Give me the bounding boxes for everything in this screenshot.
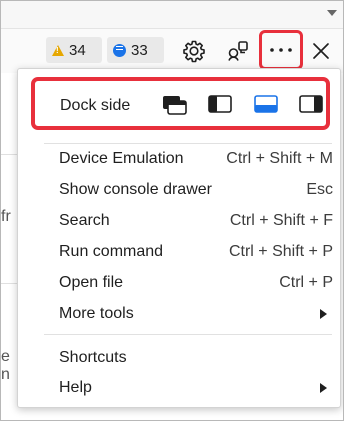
top-bar — [1, 1, 343, 29]
menu-item-show-console-drawer[interactable]: Show console drawer Esc — [18, 175, 340, 205]
message-icon — [113, 43, 126, 57]
dock-right-button[interactable] — [299, 95, 323, 113]
menu-item-search[interactable]: Search Ctrl + Shift + F — [18, 206, 340, 236]
menu-item-label: Help — [59, 379, 92, 396]
menu-item-shortcut: Ctrl + Shift + F — [229, 212, 333, 229]
submenu-arrow-icon — [320, 309, 327, 319]
close-devtools-button[interactable] — [307, 37, 335, 65]
warnings-badge[interactable]: 34 — [46, 37, 102, 63]
menu-item-label: Run command — [59, 243, 164, 260]
menu-item-label: More tools — [59, 305, 134, 322]
settings-button[interactable] — [180, 37, 208, 65]
dock-undock-button[interactable] — [162, 95, 187, 115]
devtools-toolbar: 34 33 — [1, 29, 343, 73]
menu-item-open-file[interactable]: Open file Ctrl + P — [18, 268, 340, 298]
gear-icon — [183, 40, 205, 63]
background-text-fragment: fr — [1, 208, 11, 225]
menu-item-more-tools[interactable]: More tools — [18, 299, 340, 329]
dock-side-label: Dock side — [60, 97, 131, 114]
menu-item-help[interactable]: Help — [18, 373, 340, 403]
background-divider — [1, 283, 17, 284]
dock-right-icon — [299, 95, 323, 113]
menu-item-label: Search — [59, 212, 110, 229]
dock-side-row: Dock side — [31, 77, 330, 130]
dock-bottom-button[interactable] — [254, 95, 278, 113]
background-text-fragment: e n — [1, 348, 10, 383]
menu-separator — [44, 334, 332, 335]
menu-item-label: Device Emulation — [59, 150, 184, 167]
scroll-down-arrow-icon[interactable] — [327, 10, 337, 16]
remote-devices-button[interactable] — [224, 37, 252, 65]
menu-item-shortcut: Ctrl + Shift + P — [228, 243, 333, 260]
menu-item-shortcut: Ctrl + P — [279, 274, 333, 291]
issues-badge[interactable]: 33 — [107, 37, 164, 63]
menu-item-device-emulation[interactable]: Device Emulation Ctrl + Shift + M — [18, 144, 340, 174]
menu-item-shortcut: Esc — [306, 181, 333, 198]
more-options-menu: Dock side Device Emulation Ctrl + Shift … — [17, 68, 341, 408]
menu-item-shortcut: Ctrl + Shift + M — [226, 150, 333, 167]
menu-item-run-command[interactable]: Run command Ctrl + Shift + P — [18, 237, 340, 267]
more-options-button[interactable] — [259, 30, 303, 70]
dock-left-icon — [208, 95, 232, 113]
undock-icon — [163, 96, 187, 115]
dock-bottom-icon — [254, 95, 278, 113]
menu-item-shortcuts[interactable]: Shortcuts — [18, 343, 340, 373]
more-dots-icon — [270, 48, 292, 52]
issues-count: 33 — [131, 41, 148, 59]
submenu-arrow-icon — [320, 383, 327, 393]
remote-devices-icon — [228, 41, 248, 61]
devtools-window: 34 33 — [0, 0, 344, 421]
dock-left-button[interactable] — [208, 95, 232, 113]
background-divider — [1, 154, 17, 155]
warnings-count: 34 — [69, 41, 86, 59]
menu-item-label: Show console drawer — [59, 181, 212, 198]
warning-icon — [52, 44, 64, 56]
menu-item-label: Open file — [59, 274, 124, 291]
close-icon — [313, 43, 329, 59]
menu-item-label: Shortcuts — [59, 349, 127, 366]
